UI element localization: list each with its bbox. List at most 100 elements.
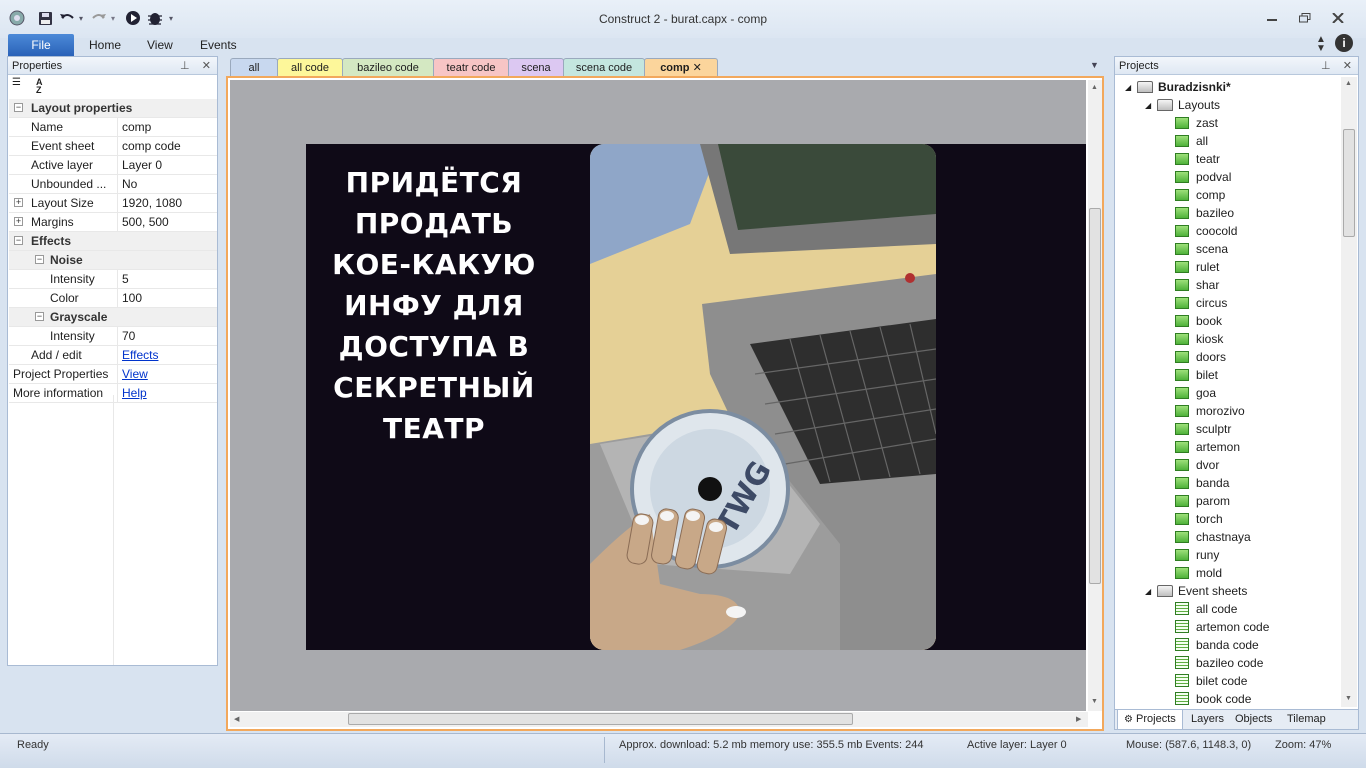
property-value[interactable]: No <box>117 175 217 193</box>
property-value[interactable]: Layer 0 <box>117 156 217 174</box>
minimize-icon[interactable] <box>1262 10 1282 26</box>
tab-events[interactable]: Events <box>200 38 237 52</box>
vertical-scroll-thumb[interactable] <box>1089 208 1101 584</box>
file-menu-button[interactable]: File <box>8 34 74 56</box>
canvas-vertical-scrollbar[interactable]: ▲ ▼ <box>1088 80 1102 711</box>
tree-item-layout[interactable]: chastnaya <box>1175 528 1251 546</box>
tree-collapse-icon[interactable]: ◢ <box>1145 97 1151 115</box>
tree-item-layout[interactable]: bazileo <box>1175 204 1234 222</box>
property-value[interactable]: 1920, 1080 <box>117 194 217 212</box>
property-value[interactable]: 100 <box>117 289 217 307</box>
property-row[interactable]: Name comp <box>9 118 217 137</box>
scroll-left-icon[interactable]: ◀ <box>234 715 239 723</box>
tree-item-event-sheet[interactable]: banda code <box>1175 636 1259 654</box>
property-row[interactable]: Unbounded ... No <box>9 175 217 194</box>
property-row[interactable]: + Margins 500, 500 <box>9 213 217 232</box>
property-row[interactable]: + Layout Size 1920, 1080 <box>9 194 217 213</box>
property-link[interactable]: Effects <box>117 346 217 364</box>
property-row[interactable]: − Grayscale <box>9 308 217 327</box>
sort-alphabetical-icon[interactable]: AZ <box>36 78 56 95</box>
tree-item-layout[interactable]: morozivo <box>1175 402 1245 420</box>
ribbon-collapse-icon[interactable]: ▲ ▼ <box>1314 35 1328 54</box>
tree-collapse-icon[interactable]: ◢ <box>1145 583 1151 601</box>
tree-item-layout[interactable]: banda <box>1175 474 1229 492</box>
layout-area[interactable]: ПРИДЁТСЯ ПРОДАТЬ КОЕ-КАКУЮ ИНФУ ДЛЯ ДОСТ… <box>306 144 1086 650</box>
tree-item-layout[interactable]: zast <box>1175 114 1218 132</box>
sort-categorized-icon[interactable]: ☰ <box>12 78 32 95</box>
tree-item-event-sheet[interactable]: all code <box>1175 600 1237 618</box>
property-row[interactable]: Event sheet comp code <box>9 137 217 156</box>
close-panel-icon[interactable]: ✕ <box>202 60 211 72</box>
property-link[interactable]: Help <box>117 384 217 402</box>
tree-item-layout[interactable]: torch <box>1175 510 1223 528</box>
tree-item-event-sheet[interactable]: bazileo code <box>1175 654 1263 672</box>
tree-folder-event-sheets[interactable]: Event sheets <box>1157 582 1247 600</box>
property-value[interactable]: comp <box>117 118 217 136</box>
tree-item-layout[interactable]: kiosk <box>1175 330 1223 348</box>
expand-icon[interactable]: + <box>14 198 23 207</box>
tree-item-event-sheet[interactable]: book code <box>1175 690 1251 708</box>
canvas-text-object[interactable]: ПРИДЁТСЯ ПРОДАТЬ КОЕ-КАКУЮ ИНФУ ДЛЯ ДОСТ… <box>306 162 562 449</box>
horizontal-scroll-thumb[interactable] <box>348 713 853 725</box>
tab-all-code[interactable]: all code <box>277 58 343 77</box>
tree-item-layout[interactable]: coocold <box>1175 222 1237 240</box>
canvas-horizontal-scrollbar[interactable]: ◀ ▶ <box>230 712 1088 727</box>
property-row[interactable]: − Layout properties <box>9 99 217 118</box>
collapse-icon[interactable]: − <box>35 255 44 264</box>
tree-item-layout[interactable]: rulet <box>1175 258 1219 276</box>
tree-root[interactable]: Buradzisnki* <box>1137 78 1231 96</box>
tree-folder-layouts[interactable]: Layouts <box>1157 96 1220 114</box>
tree-item-layout[interactable]: goa <box>1175 384 1216 402</box>
property-row[interactable]: Intensity 70 <box>9 327 217 346</box>
restore-icon[interactable] <box>1295 10 1315 26</box>
projects-vertical-scrollbar[interactable]: ▲ ▼ <box>1341 77 1357 707</box>
info-help-icon[interactable]: i <box>1335 34 1353 52</box>
tab-teatr-code[interactable]: teatr code <box>433 58 509 77</box>
tree-item-layout[interactable]: runy <box>1175 546 1219 564</box>
tab-home[interactable]: Home <box>89 38 121 52</box>
tree-item-layout[interactable]: circus <box>1175 294 1227 312</box>
tree-item-layout[interactable]: sculptr <box>1175 420 1231 438</box>
tree-item-layout[interactable]: doors <box>1175 348 1226 366</box>
tab-projects[interactable]: ⚙ Projects <box>1117 710 1183 730</box>
scroll-up-icon[interactable]: ▲ <box>1345 80 1352 87</box>
property-row[interactable]: − Noise <box>9 251 217 270</box>
property-row[interactable]: Add / edit Effects <box>9 346 217 365</box>
tree-item-layout[interactable]: book <box>1175 312 1222 330</box>
property-value[interactable]: 500, 500 <box>117 213 217 231</box>
tree-item-event-sheet[interactable]: bilet code <box>1175 672 1247 690</box>
pin-icon[interactable]: ⊥ <box>1321 60 1331 72</box>
projects-scroll-thumb[interactable] <box>1343 129 1355 237</box>
property-value[interactable]: comp code <box>117 137 217 155</box>
tab-bazileo-code[interactable]: bazileo code <box>342 58 434 77</box>
close-tab-icon[interactable]: ✕ <box>690 62 702 74</box>
tab-tilemap[interactable]: Tilemap <box>1287 710 1326 730</box>
collapse-icon[interactable]: − <box>35 312 44 321</box>
scroll-down-icon[interactable]: ▼ <box>1091 698 1098 705</box>
tab-layers[interactable]: Layers <box>1191 710 1224 730</box>
tab-all[interactable]: all <box>230 58 278 77</box>
tree-item-layout[interactable]: all <box>1175 132 1208 150</box>
tab-scena-code[interactable]: scena code <box>563 58 645 77</box>
scroll-right-icon[interactable]: ▶ <box>1076 715 1081 723</box>
property-value[interactable]: 70 <box>117 327 217 345</box>
laptop-illustration-sprite[interactable]: TWG <box>590 144 936 650</box>
tree-item-layout[interactable]: scena <box>1175 240 1228 258</box>
property-row[interactable]: Active layer Layer 0 <box>9 156 217 175</box>
tree-item-layout[interactable]: comp <box>1175 186 1225 204</box>
collapse-icon[interactable]: − <box>14 103 23 112</box>
property-row[interactable]: Intensity 5 <box>9 270 217 289</box>
tab-view[interactable]: View <box>147 38 173 52</box>
tree-item-layout[interactable]: dvor <box>1175 456 1219 474</box>
scroll-up-icon[interactable]: ▲ <box>1091 84 1098 91</box>
collapse-icon[interactable]: − <box>14 236 23 245</box>
scroll-down-icon[interactable]: ▼ <box>1345 695 1352 702</box>
tab-objects[interactable]: Objects <box>1235 710 1272 730</box>
close-panel-icon[interactable]: ✕ <box>1343 60 1352 72</box>
property-row[interactable]: − Effects <box>9 232 217 251</box>
property-link[interactable]: View <box>117 365 217 383</box>
expand-icon[interactable]: + <box>14 217 23 226</box>
tree-item-layout[interactable]: bilet <box>1175 366 1218 384</box>
property-value[interactable]: 5 <box>117 270 217 288</box>
tree-collapse-icon[interactable]: ◢ <box>1125 79 1131 97</box>
